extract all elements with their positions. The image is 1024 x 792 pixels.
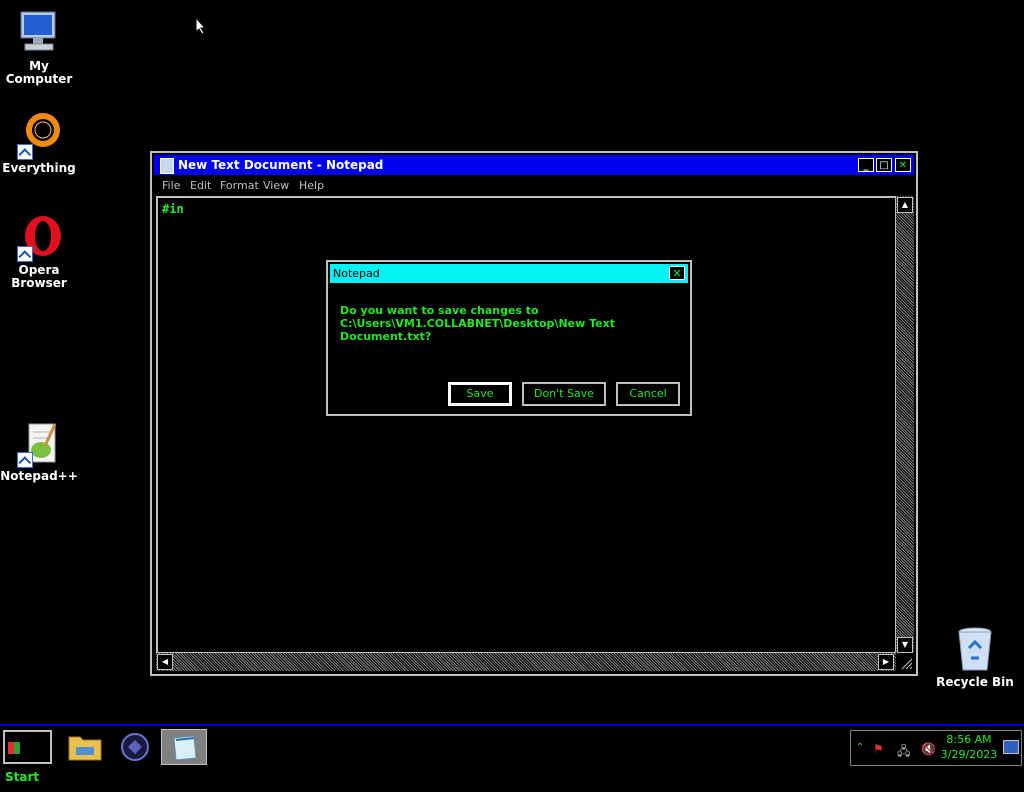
desktop-icon-label: Everything <box>2 161 76 175</box>
everything-search-icon <box>15 112 63 160</box>
menu-view[interactable]: View <box>263 179 289 192</box>
desktop-icon-everything[interactable]: Everything <box>0 112 78 175</box>
shortcut-arrow-icon <box>17 452 33 468</box>
save-button[interactable]: Save <box>448 382 512 406</box>
scroll-right-button[interactable]: ▶ <box>878 654 894 670</box>
recycle-bin-icon <box>951 626 999 674</box>
mouse-cursor-icon <box>195 16 207 39</box>
menu-edit[interactable]: Edit <box>190 179 211 192</box>
menu-bar: File Edit Format View Help <box>154 175 914 195</box>
notepad-title: New Text Document - Notepad <box>178 158 384 172</box>
show-hidden-icons-icon[interactable]: ⌃ <box>856 742 864 753</box>
network-icon[interactable]: 🖧 <box>897 742 910 763</box>
desktop-icon-label: Recycle Bin <box>936 675 1014 689</box>
desktop-icon-opera[interactable]: Opera Browser <box>0 214 78 290</box>
desktop-icon-recycle-bin[interactable]: Recycle Bin <box>936 626 1014 689</box>
close-button[interactable]: ✕ <box>895 158 911 172</box>
taskbar-app-launcher[interactable] <box>112 729 158 765</box>
horizontal-scrollbar[interactable]: ◀ ▶ <box>156 653 896 671</box>
notepad-app-icon <box>160 158 174 174</box>
volume-muted-icon[interactable]: 🔇 <box>921 742 936 756</box>
notepad-icon <box>173 735 197 761</box>
taskbar-notepad[interactable] <box>161 729 207 765</box>
scroll-down-button[interactable]: ▼ <box>897 637 913 653</box>
computer-icon <box>15 10 63 58</box>
vertical-scrollbar[interactable]: ▲ ▼ <box>896 196 914 654</box>
start-button[interactable]: Start <box>3 730 52 784</box>
shortcut-arrow-icon <box>17 246 33 262</box>
system-tray: ⌃ ⚑ 🖧 🔇 8:56 AM 3/29/2023 <box>850 730 1022 766</box>
scroll-left-button[interactable]: ◀ <box>157 654 173 670</box>
cancel-button[interactable]: Cancel <box>616 382 680 406</box>
document-text: #in <box>162 202 184 216</box>
taskbar-file-explorer[interactable] <box>62 729 108 765</box>
minimize-button[interactable]: _ <box>858 158 874 172</box>
taskbar: Start ⌃ ⚑ 🖧 🔇 8:56 AM 3/29/2023 <box>0 724 1024 784</box>
show-desktop-icon[interactable] <box>1003 740 1019 754</box>
notepad-plus-plus-icon <box>15 420 63 468</box>
desktop-icon-label: My Computer <box>5 59 73 86</box>
desktop-icon-notepad-plus-plus[interactable]: Notepad++ <box>0 420 78 483</box>
notepad-title-bar[interactable]: New Text Document - Notepad _ □ ✕ <box>154 155 914 175</box>
resize-grip-icon[interactable] <box>896 653 914 671</box>
menu-format[interactable]: Format <box>220 179 259 192</box>
maximize-button[interactable]: □ <box>876 158 892 172</box>
dialog-title-bar[interactable]: Notepad ✕ <box>330 264 688 283</box>
shortcut-arrow-icon <box>17 144 33 160</box>
folder-icon <box>68 736 102 761</box>
opera-icon <box>15 214 63 262</box>
save-changes-dialog: Notepad ✕ Do you want to save changes to… <box>326 260 692 416</box>
clock-time[interactable]: 8:56 AM <box>939 733 999 746</box>
scroll-up-button[interactable]: ▲ <box>897 197 913 213</box>
app-launcher-icon <box>121 733 149 761</box>
dialog-message: Do you want to save changes to C:\Users\… <box>340 304 615 343</box>
desktop-icon-label: Opera Browser <box>11 263 67 290</box>
desktop-icon-my-computer[interactable]: My Computer <box>0 10 78 86</box>
menu-file[interactable]: File <box>162 179 180 192</box>
dialog-title: Notepad <box>333 267 380 280</box>
clock-date[interactable]: 3/29/2023 <box>939 748 999 761</box>
start-label: Start <box>5 770 40 784</box>
menu-help[interactable]: Help <box>299 179 324 192</box>
dont-save-button[interactable]: Don't Save <box>522 382 606 406</box>
action-center-flag-icon[interactable]: ⚑ <box>873 742 884 756</box>
desktop-icon-label: Notepad++ <box>0 469 78 483</box>
windows-logo-icon <box>8 741 20 754</box>
dialog-close-button[interactable]: ✕ <box>669 266 685 280</box>
